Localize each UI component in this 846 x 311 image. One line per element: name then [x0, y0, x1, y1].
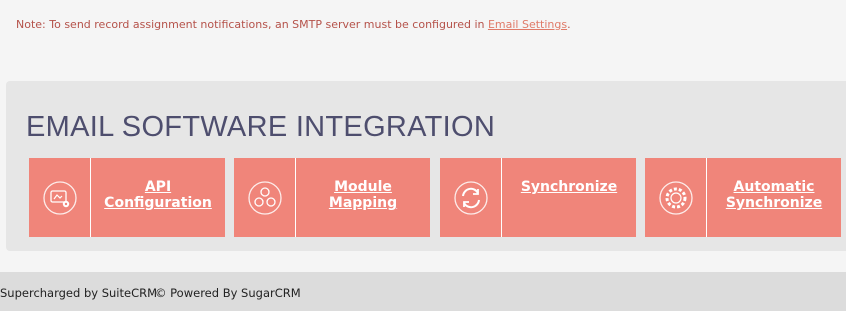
- module-line2[interactable]: Mapping: [296, 195, 430, 211]
- email-integration-panel: EMAIL SOFTWARE INTEGRATION API Configura…: [6, 81, 846, 251]
- module-mapping-tile[interactable]: Module Mapping: [234, 158, 430, 237]
- synchronize-tile[interactable]: Synchronize: [440, 158, 636, 237]
- api-line1[interactable]: API: [91, 179, 225, 195]
- panel-title: EMAIL SOFTWARE INTEGRATION: [26, 111, 496, 143]
- email-settings-link[interactable]: Email Settings: [488, 18, 567, 31]
- api-configuration-tile[interactable]: API Configuration: [29, 158, 225, 237]
- sync-line1[interactable]: Synchronize: [502, 179, 636, 195]
- footer-sugarcrm[interactable]: © Powered By SugarCRM: [155, 286, 301, 300]
- smtp-note: Note: To send record assignment notifica…: [16, 18, 571, 31]
- footer: Supercharged by SuiteCRM © Powered By Su…: [0, 272, 846, 311]
- footer-suitecrm[interactable]: Supercharged by SuiteCRM: [0, 286, 157, 300]
- sync-icon: [440, 158, 502, 237]
- auto-line2[interactable]: Synchronize: [707, 195, 841, 211]
- module-mapping-icon: [234, 158, 296, 237]
- smtp-note-suffix: .: [567, 18, 571, 31]
- api-config-icon: [29, 158, 91, 237]
- auto-sync-icon: [645, 158, 707, 237]
- automatic-synchronize-tile[interactable]: Automatic Synchronize: [645, 158, 841, 237]
- smtp-note-text: Note: To send record assignment notifica…: [16, 18, 488, 31]
- api-line2[interactable]: Configuration: [91, 195, 225, 211]
- auto-line1[interactable]: Automatic: [707, 179, 841, 195]
- module-line1[interactable]: Module: [296, 179, 430, 195]
